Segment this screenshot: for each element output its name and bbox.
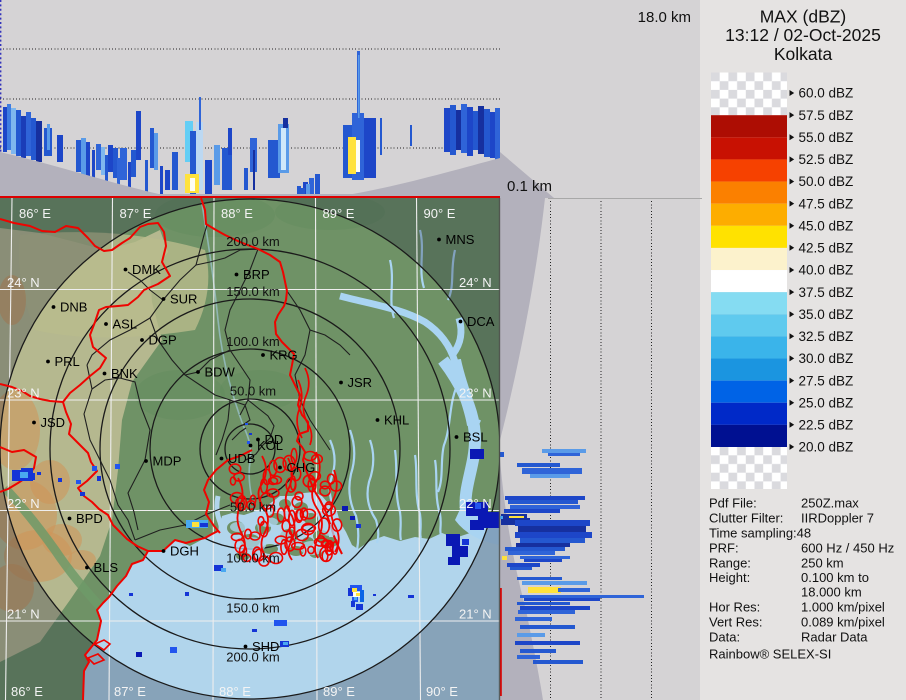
svg-text:86° E: 86° E (11, 684, 43, 699)
svg-text:52.5 dBZ: 52.5 dBZ (799, 152, 854, 167)
svg-text:45.0 dBZ: 45.0 dBZ (799, 218, 854, 233)
svg-text:89° E: 89° E (323, 206, 355, 221)
svg-text:200.0 km: 200.0 km (226, 234, 279, 249)
svg-text:BRP: BRP (243, 267, 270, 282)
svg-text:21° N: 21° N (459, 607, 492, 622)
svg-text:55.0 dBZ: 55.0 dBZ (799, 130, 854, 145)
svg-text:MDP: MDP (153, 454, 182, 469)
svg-text:Time sampling:48: Time sampling:48 (709, 526, 811, 541)
svg-text:24° N: 24° N (459, 275, 492, 290)
svg-text:18.0 km: 18.0 km (638, 9, 691, 26)
svg-text:Kolkata: Kolkata (774, 44, 833, 64)
svg-text:BPD: BPD (76, 511, 103, 526)
svg-text:100.0 km: 100.0 km (226, 551, 279, 566)
svg-text:IIRDoppler 7: IIRDoppler 7 (801, 511, 874, 526)
svg-text:87° E: 87° E (114, 684, 146, 699)
svg-text:88° E: 88° E (221, 206, 253, 221)
svg-text:Radar Data: Radar Data (801, 630, 868, 645)
svg-text:Rainbow® SELEX-SI: Rainbow® SELEX-SI (709, 647, 831, 662)
svg-text:90° E: 90° E (426, 684, 458, 699)
svg-text:SHD: SHD (252, 639, 279, 654)
svg-text:30.0 dBZ: 30.0 dBZ (799, 351, 854, 366)
svg-text:86° E: 86° E (19, 206, 51, 221)
svg-text:13:12 / 02-Oct-2025: 13:12 / 02-Oct-2025 (725, 25, 881, 45)
svg-text:57.5 dBZ: 57.5 dBZ (799, 108, 854, 123)
svg-text:25.0 dBZ: 25.0 dBZ (799, 395, 854, 410)
svg-text:60.0 dBZ: 60.0 dBZ (799, 86, 854, 101)
svg-text:250Z.max: 250Z.max (801, 496, 859, 511)
svg-text:Range:: Range: (709, 556, 751, 571)
svg-text:PRL: PRL (55, 354, 80, 369)
svg-text:0.1 km: 0.1 km (507, 178, 552, 195)
svg-text:23° N: 23° N (459, 386, 492, 401)
svg-text:PRF:: PRF: (709, 541, 739, 556)
svg-text:50.0 dBZ: 50.0 dBZ (799, 174, 854, 189)
svg-text:BNK: BNK (111, 366, 138, 381)
svg-text:KRG: KRG (270, 348, 298, 363)
svg-text:Data:: Data: (709, 630, 740, 645)
svg-text:UDB: UDB (228, 451, 255, 466)
svg-text:DMK: DMK (132, 262, 161, 277)
svg-text:42.5 dBZ: 42.5 dBZ (799, 241, 854, 256)
svg-text:50.0 km: 50.0 km (230, 500, 276, 515)
svg-text:22° N: 22° N (7, 496, 40, 511)
svg-text:Clutter Filter:: Clutter Filter: (709, 511, 783, 526)
svg-text:22.5 dBZ: 22.5 dBZ (799, 418, 854, 433)
svg-text:BDW: BDW (205, 365, 236, 380)
svg-text:37.5 dBZ: 37.5 dBZ (799, 285, 854, 300)
svg-text:MAX (dBZ): MAX (dBZ) (760, 7, 847, 27)
svg-text:Vert Res:: Vert Res: (709, 615, 762, 630)
svg-text:250 km: 250 km (801, 556, 844, 571)
svg-text:JSR: JSR (348, 375, 373, 390)
svg-text:40.0 dBZ: 40.0 dBZ (799, 263, 854, 278)
svg-text:0.089 km/pixel: 0.089 km/pixel (801, 615, 885, 630)
svg-text:JSD: JSD (41, 415, 66, 430)
svg-text:DGP: DGP (149, 333, 177, 348)
svg-text:0.100 km to: 0.100 km to (801, 570, 869, 585)
svg-text:Height:: Height: (709, 570, 750, 585)
svg-text:50.0 km: 50.0 km (230, 384, 276, 399)
svg-text:87° E: 87° E (120, 206, 152, 221)
svg-text:DGH: DGH (170, 544, 199, 559)
svg-text:21° N: 21° N (7, 607, 40, 622)
svg-text:18.000 km: 18.000 km (801, 585, 862, 600)
svg-text:89° E: 89° E (323, 684, 355, 699)
svg-text:1.000 km/pixel: 1.000 km/pixel (801, 600, 885, 615)
svg-text:BSL: BSL (463, 430, 488, 445)
svg-text:22° N: 22° N (459, 496, 492, 511)
svg-text:DNB: DNB (60, 300, 87, 315)
svg-text:47.5 dBZ: 47.5 dBZ (799, 196, 854, 211)
svg-text:ASL: ASL (113, 317, 138, 332)
svg-text:90° E: 90° E (424, 206, 456, 221)
svg-text:88° E: 88° E (219, 684, 251, 699)
svg-text:BLS: BLS (94, 560, 119, 575)
svg-text:32.5 dBZ: 32.5 dBZ (799, 329, 854, 344)
svg-text:Hor Res:: Hor Res: (709, 600, 760, 615)
svg-text:23° N: 23° N (7, 386, 40, 401)
svg-text:20.0 dBZ: 20.0 dBZ (799, 440, 854, 455)
svg-text:24° N: 24° N (7, 275, 40, 290)
svg-text:DCA: DCA (467, 314, 495, 329)
svg-text:150.0 km: 150.0 km (226, 601, 279, 616)
svg-text:27.5 dBZ: 27.5 dBZ (799, 373, 854, 388)
svg-text:SUR: SUR (170, 292, 197, 307)
svg-text:Pdf File:: Pdf File: (709, 496, 757, 511)
svg-text:600 Hz / 450 Hz: 600 Hz / 450 Hz (801, 541, 894, 556)
svg-text:CHG: CHG (287, 460, 316, 475)
svg-text:35.0 dBZ: 35.0 dBZ (799, 307, 854, 322)
svg-text:150.0 km: 150.0 km (226, 284, 279, 299)
svg-text:KOL: KOL (257, 438, 283, 453)
svg-text:MNS: MNS (446, 232, 475, 247)
svg-text:KHL: KHL (384, 413, 409, 428)
